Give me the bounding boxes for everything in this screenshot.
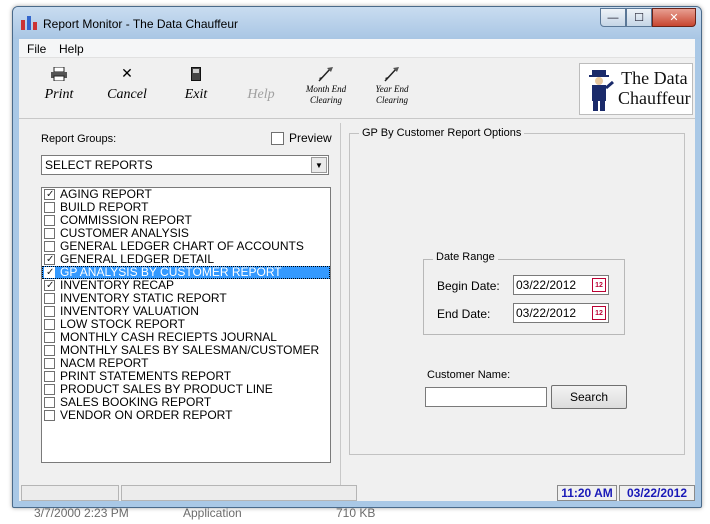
minimize-button[interactable]: — (600, 8, 626, 27)
month-end-clearing-button[interactable]: Month End Clearing (301, 65, 351, 105)
app-icon (21, 16, 37, 30)
printer-icon (41, 65, 77, 83)
calendar-icon[interactable]: 12 (592, 278, 606, 292)
status-time: 11:20 AM (557, 485, 617, 501)
maximize-button[interactable]: ☐ (626, 8, 652, 27)
report-groups-label: Report Groups: (41, 133, 117, 145)
report-checkbox[interactable] (44, 332, 55, 343)
options-title: GP By Customer Report Options (359, 127, 525, 139)
menu-bar: File Help (19, 39, 695, 58)
exit-label: Exit (184, 87, 208, 102)
preview-check-box[interactable] (271, 131, 284, 145)
door-icon (179, 65, 213, 83)
report-monitor-window: Report Monitor - The Data Chauffeur — ☐ … (12, 6, 702, 508)
broom-icon (369, 65, 415, 83)
year-end-line2: Clearing (375, 95, 408, 105)
status-panel-1 (21, 485, 119, 501)
report-checkbox[interactable] (44, 358, 55, 369)
menu-help[interactable]: Help (59, 42, 84, 56)
month-end-line2: Clearing (309, 95, 342, 105)
window-controls: — ☐ ✕ (600, 8, 696, 27)
cancel-button[interactable]: ✕ Cancel (101, 65, 153, 103)
broom-icon (301, 65, 351, 83)
report-checkbox[interactable] (44, 384, 55, 395)
preview-label: Preview (289, 131, 332, 145)
date-range-group (423, 259, 625, 335)
report-list[interactable]: AGING REPORTBUILD REPORTCOMMISSION REPOR… (41, 187, 331, 463)
print-label: Print (44, 87, 74, 102)
begin-date-label: Begin Date: (437, 279, 500, 293)
report-checkbox[interactable] (44, 202, 55, 213)
x-icon: ✕ (121, 66, 133, 82)
report-groups-panel: Report Groups: Preview SELECT REPORTS ▼ … (21, 123, 341, 495)
report-checkbox[interactable] (44, 319, 55, 330)
close-button[interactable]: ✕ (652, 8, 696, 27)
report-checkbox[interactable] (44, 345, 55, 356)
desktop-file-date: 3/7/2000 2:23 PM (34, 506, 129, 520)
desktop-file-size: 710 KB (336, 506, 376, 520)
report-checkbox[interactable] (44, 410, 55, 421)
data-chauffeur-logo: The Data Chauffeur (579, 63, 693, 115)
desktop-file-type: Application (183, 506, 242, 520)
report-label: VENDOR ON ORDER REPORT (60, 408, 233, 422)
status-date: 03/22/2012 (619, 485, 695, 501)
logo-line1: The Data (621, 68, 688, 88)
year-end-clearing-button[interactable]: Year End Clearing (369, 65, 415, 105)
date-range-title: Date Range (433, 251, 498, 263)
begin-date-value: 03/22/2012 (516, 278, 577, 292)
logo-line2: Chauffeur (618, 88, 691, 108)
window-title: Report Monitor - The Data Chauffeur (43, 17, 238, 31)
year-end-line1: Year End (375, 84, 409, 94)
exit-button[interactable]: Exit (179, 65, 213, 103)
status-panel-2 (121, 485, 357, 501)
report-checkbox[interactable] (44, 279, 55, 292)
client-area: File Help Print ✕ Cancel Exit Help Month… (19, 39, 695, 501)
report-checkbox[interactable] (44, 253, 55, 266)
end-date-field[interactable]: 03/22/2012 12 (513, 303, 609, 323)
report-options-panel: GP By Customer Report Options Date Range… (349, 123, 695, 495)
list-item[interactable]: VENDOR ON ORDER REPORT (42, 409, 330, 422)
end-date-value: 03/22/2012 (516, 306, 577, 320)
preview-checkbox[interactable]: Preview (271, 131, 332, 145)
status-bar: 11:20 AM 03/22/2012 (21, 485, 695, 501)
search-button[interactable]: Search (551, 385, 627, 409)
report-checkbox[interactable] (44, 228, 55, 239)
report-groups-value: SELECT REPORTS (45, 158, 153, 172)
report-groups-select[interactable]: SELECT REPORTS ▼ (41, 155, 329, 175)
month-end-line1: Month End (305, 84, 347, 94)
report-checkbox[interactable] (44, 306, 55, 317)
cancel-label: Cancel (107, 87, 147, 102)
report-checkbox[interactable] (44, 241, 55, 252)
logo-text: The Data Chauffeur (618, 68, 691, 108)
help-button[interactable]: Help (243, 65, 279, 103)
chevron-down-icon[interactable]: ▼ (311, 157, 327, 173)
report-checkbox[interactable] (44, 266, 55, 279)
end-date-label: End Date: (437, 307, 491, 321)
report-checkbox[interactable] (44, 188, 55, 201)
begin-date-field[interactable]: 03/22/2012 12 (513, 275, 609, 295)
help-blank-icon (243, 65, 279, 83)
menu-file[interactable]: File (27, 42, 46, 56)
report-checkbox[interactable] (44, 215, 55, 226)
print-button[interactable]: Print (41, 65, 77, 103)
title-bar[interactable]: Report Monitor - The Data Chauffeur — ☐ … (13, 7, 701, 39)
customer-name-label: Customer Name: (427, 369, 511, 381)
chauffeur-figure-icon (589, 70, 614, 111)
report-checkbox[interactable] (44, 371, 55, 382)
report-checkbox[interactable] (44, 397, 55, 408)
report-checkbox[interactable] (44, 293, 55, 304)
help-label: Help (247, 87, 275, 102)
calendar-icon[interactable]: 12 (592, 306, 606, 320)
toolbar: Print ✕ Cancel Exit Help Month End Clear… (19, 59, 695, 119)
customer-name-input[interactable] (425, 387, 547, 407)
